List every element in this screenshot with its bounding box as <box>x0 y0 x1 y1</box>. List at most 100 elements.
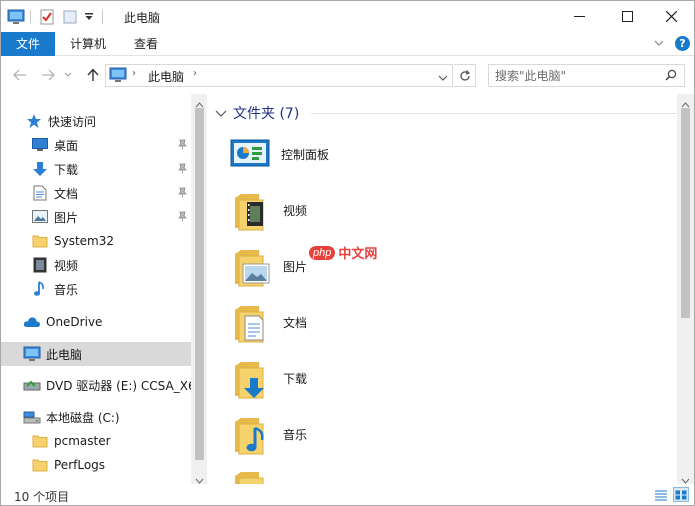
nav-item-music[interactable]: 音乐 <box>1 277 191 301</box>
properties-icon[interactable] <box>39 7 55 27</box>
picture-icon <box>31 208 49 226</box>
explorer-window: 此电脑 文件 计算机 查看 ? › 此电脑 › 搜索"此电脑" 快速访问 桌面 … <box>0 0 695 506</box>
back-button[interactable] <box>9 64 31 86</box>
nav-item-label: System32 <box>54 234 115 248</box>
folder-label: 音乐 <box>283 427 308 442</box>
video-folder-icon <box>229 188 273 232</box>
status-bar: 10 个项目 <box>1 484 694 505</box>
nav-item-documents[interactable]: 文档 <box>1 181 191 205</box>
nav-local-disk[interactable]: 本地磁盘 (C:) <box>1 405 191 429</box>
search-box[interactable] <box>488 64 685 87</box>
content-scrollbar[interactable] <box>677 94 694 484</box>
nav-quick-access[interactable]: 快速访问 <box>1 109 191 133</box>
forward-button[interactable] <box>37 64 59 86</box>
picture-folder-icon <box>229 244 273 288</box>
tab-computer[interactable]: 计算机 <box>61 32 115 56</box>
large-icons-view-icon[interactable] <box>673 487 689 502</box>
nav-quick-access-label: 快速访问 <box>48 114 97 129</box>
tab-view[interactable]: 查看 <box>121 32 171 56</box>
search-icon[interactable] <box>665 69 677 84</box>
ribbon-tabs: 文件 计算机 查看 ? <box>1 32 694 56</box>
nav-item-videos[interactable]: 视频 <box>1 253 191 277</box>
nav-scrollbar[interactable] <box>191 94 207 484</box>
folder-label: 控制面板 <box>281 147 330 162</box>
this-pc-icon <box>109 67 127 86</box>
nav-item-label: 视频 <box>54 258 79 273</box>
music-folder-icon <box>229 412 273 456</box>
title-bar: 此电脑 <box>1 1 694 32</box>
folder-label: 图片 <box>283 259 308 274</box>
quick-access-dropdown-icon[interactable] <box>84 7 94 27</box>
minimize-button[interactable] <box>556 1 602 32</box>
tab-file[interactable]: 文件 <box>1 32 55 56</box>
watermark-logo: php 中文网 <box>309 243 377 262</box>
control-panel-icon <box>227 132 271 176</box>
folder-partial[interactable] <box>229 464 529 484</box>
address-dropdown-icon[interactable] <box>438 71 448 85</box>
collapse-icon[interactable] <box>215 108 227 118</box>
nav-onedrive[interactable]: OneDrive <box>1 310 191 334</box>
folder-documents[interactable]: 文档 <box>229 298 529 346</box>
pin-icon[interactable] <box>178 187 187 201</box>
nav-item-label: 下载 <box>54 162 79 177</box>
breadcrumb-chevron-icon[interactable]: › <box>193 68 197 79</box>
new-folder-icon[interactable] <box>62 7 78 27</box>
nav-item-system32[interactable]: System32 <box>1 229 191 253</box>
details-view-icon[interactable] <box>653 487 669 502</box>
star-icon <box>25 112 43 130</box>
search-input[interactable] <box>495 67 655 84</box>
folder-pictures[interactable]: 图片 <box>229 242 529 290</box>
folder-downloads[interactable]: 下载 <box>229 354 529 402</box>
item-count: 10 个项目 <box>14 490 70 504</box>
download-folder-icon <box>229 356 273 400</box>
nav-item-pcmaster[interactable]: pcmaster <box>1 429 191 453</box>
folder-music[interactable]: 音乐 <box>229 410 529 458</box>
folder-label: 下载 <box>283 371 308 386</box>
group-title: 文件夹 (7) <box>233 106 300 122</box>
hard-disk-icon <box>23 408 41 426</box>
music-note-icon <box>31 280 49 298</box>
nav-item-desktop[interactable]: 桌面 <box>1 133 191 157</box>
scroll-down-icon[interactable] <box>195 473 204 484</box>
nav-item-downloads[interactable]: 下载 <box>1 157 191 181</box>
refresh-button[interactable] <box>454 64 476 87</box>
group-divider <box>311 113 681 114</box>
nav-scroll-thumb[interactable] <box>195 108 204 460</box>
folder-icon <box>31 232 49 250</box>
content-scroll-thumb[interactable] <box>681 108 690 318</box>
recent-locations-icon[interactable] <box>61 64 75 86</box>
nav-item-label: pcmaster <box>54 434 111 448</box>
computer-icon[interactable] <box>7 7 25 27</box>
video-icon <box>31 256 49 274</box>
pin-icon[interactable] <box>178 211 187 225</box>
nav-item-pictures[interactable]: 图片 <box>1 205 191 229</box>
desktop-icon <box>31 136 49 154</box>
breadcrumb-this-pc[interactable]: 此电脑 <box>148 68 184 85</box>
nav-this-pc[interactable]: 此电脑 <box>1 342 191 366</box>
maximize-button[interactable] <box>604 1 650 32</box>
folder-label: 视频 <box>283 203 308 218</box>
folder-label: 文档 <box>283 315 308 330</box>
folder-icon <box>229 466 273 484</box>
navigation-pane: 快速访问 桌面 下载 文档 图片 System32 视频 音乐 OneDrive… <box>1 94 207 484</box>
breadcrumb-chevron-icon[interactable]: › <box>132 68 136 79</box>
up-button[interactable] <box>82 64 104 86</box>
pin-icon[interactable] <box>178 163 187 177</box>
nav-dvd-drive[interactable]: DVD 驱动器 (E:) CCSA_X64 <box>1 373 191 397</box>
folder-control-panel[interactable]: 控制面板 <box>227 130 527 178</box>
close-button[interactable] <box>648 1 694 32</box>
help-icon[interactable]: ? <box>675 36 690 51</box>
group-header-folders[interactable]: 文件夹 (7) <box>215 102 299 124</box>
address-bar[interactable]: › 此电脑 › <box>105 64 453 87</box>
folder-videos[interactable]: 视频 <box>229 186 529 234</box>
pin-icon[interactable] <box>178 139 187 153</box>
ribbon-expand-icon[interactable] <box>653 37 665 52</box>
document-icon <box>31 184 49 202</box>
scroll-down-icon[interactable] <box>681 473 690 484</box>
folder-icon <box>31 456 49 474</box>
dvd-drive-icon <box>23 376 41 394</box>
nav-item-label: 文档 <box>54 186 79 201</box>
nav-item-perflogs[interactable]: PerfLogs <box>1 453 191 477</box>
nav-item-label: 桌面 <box>54 138 79 153</box>
address-row: › 此电脑 › <box>1 56 694 94</box>
